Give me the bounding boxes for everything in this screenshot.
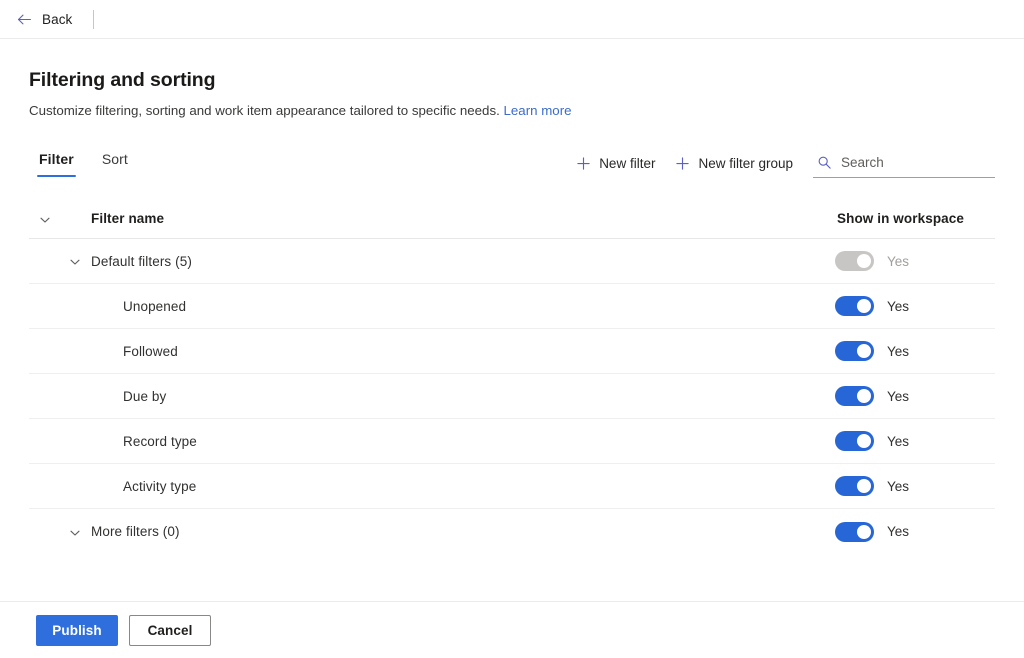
- tab-sort[interactable]: Sort: [100, 147, 130, 177]
- table-row[interactable]: Unopened Yes: [29, 284, 995, 329]
- plus-icon: [576, 156, 591, 171]
- filtering-and-sorting-page: Back Filtering and sorting Customize fil…: [0, 0, 1024, 658]
- table-row[interactable]: More filters (0) Yes: [29, 509, 995, 554]
- expand-all-toggle[interactable]: [29, 213, 61, 225]
- cell-filter-name: Default filters (5): [29, 254, 835, 269]
- table-row[interactable]: Followed Yes: [29, 329, 995, 374]
- tab-list: Filter Sort: [29, 147, 130, 177]
- cell-show-in-workspace: Yes: [835, 521, 995, 542]
- cell-filter-name: Record type: [29, 434, 835, 449]
- filter-name-label: More filters (0): [91, 524, 180, 539]
- toggle-knob: [857, 344, 871, 358]
- cell-filter-name: More filters (0): [29, 524, 835, 539]
- toggle-state-label: Yes: [887, 524, 910, 539]
- show-in-workspace-toggle: [835, 251, 874, 271]
- learn-more-link[interactable]: Learn more: [504, 103, 572, 118]
- page-subtitle-text: Customize filtering, sorting and work it…: [29, 103, 500, 118]
- search-input[interactable]: [841, 155, 991, 170]
- page-subtitle: Customize filtering, sorting and work it…: [29, 101, 995, 120]
- table-row[interactable]: Record type Yes: [29, 419, 995, 464]
- footer-action-bar: Publish Cancel: [0, 601, 1024, 658]
- toolbar-divider: [93, 9, 95, 29]
- filter-name-label: Record type: [123, 433, 197, 449]
- show-in-workspace-toggle[interactable]: [835, 386, 874, 406]
- cell-show-in-workspace: Yes: [835, 476, 995, 496]
- publish-button[interactable]: Publish: [36, 614, 118, 646]
- filter-name-label: Followed: [123, 343, 178, 359]
- show-in-workspace-toggle[interactable]: [835, 521, 874, 542]
- cell-show-in-workspace: Yes: [835, 251, 995, 271]
- column-header-filter-name: Filter name: [91, 211, 165, 226]
- filter-name-label: Activity type: [123, 478, 197, 494]
- table-header-row: Filter name Show in workspace: [29, 199, 995, 239]
- new-filter-group-label: New filter group: [698, 155, 793, 171]
- new-filter-button[interactable]: New filter: [566, 148, 665, 178]
- cell-show-in-workspace: Yes: [835, 386, 995, 406]
- filters-table: Filter name Show in workspace Default fi…: [29, 199, 995, 554]
- back-label: Back: [42, 11, 73, 27]
- filter-name-label: Default filters (5): [91, 253, 192, 269]
- new-filter-group-button[interactable]: New filter group: [665, 148, 803, 178]
- table-row[interactable]: Due by Yes: [29, 374, 995, 419]
- show-in-workspace-toggle[interactable]: [835, 296, 874, 316]
- show-in-workspace-toggle[interactable]: [835, 431, 874, 451]
- chevron-down-icon: [39, 213, 51, 225]
- toggle-knob: [857, 299, 871, 313]
- filter-name-label: Unopened: [123, 298, 187, 314]
- toggle-state-label: Yes: [887, 433, 910, 449]
- top-command-bar: Back: [0, 0, 1024, 39]
- show-in-workspace-toggle[interactable]: [835, 476, 874, 496]
- cancel-button[interactable]: Cancel: [129, 614, 211, 646]
- toggle-knob: [857, 434, 871, 448]
- back-button[interactable]: Back: [12, 4, 76, 34]
- cell-show-in-workspace: Yes: [835, 296, 995, 316]
- cell-filter-name: Followed: [29, 344, 835, 359]
- filter-name-label: Due by: [123, 388, 167, 404]
- show-in-workspace-toggle[interactable]: [835, 341, 874, 361]
- toggle-state-label: Yes: [887, 343, 910, 359]
- table-body: Default filters (5) Yes Unopened Yes Followe…: [29, 239, 995, 554]
- table-row[interactable]: Activity type Yes: [29, 464, 995, 509]
- arrow-left-icon: [16, 11, 33, 28]
- search-icon: [817, 155, 832, 170]
- chevron-down-icon: [69, 526, 81, 538]
- toggle-knob: [857, 479, 871, 493]
- row-expand-toggle[interactable]: [59, 526, 91, 538]
- toggle-state-label: Yes: [887, 253, 910, 269]
- header-cell-show-in-workspace: Show in workspace: [835, 211, 995, 226]
- page-body: Filtering and sorting Customize filterin…: [0, 39, 1024, 601]
- cell-show-in-workspace: Yes: [835, 431, 995, 451]
- column-header-show-in-workspace: Show in workspace: [837, 211, 964, 226]
- new-filter-label: New filter: [599, 155, 656, 171]
- toggle-knob: [857, 389, 871, 403]
- chevron-down-icon: [69, 255, 81, 267]
- cell-filter-name: Due by: [29, 389, 835, 404]
- command-row: Filter Sort New filter New filter group …: [29, 147, 995, 187]
- toggle-state-label: Yes: [887, 388, 910, 404]
- row-expand-toggle[interactable]: [59, 255, 91, 267]
- toggle-state-label: Yes: [887, 478, 910, 494]
- toggle-knob: [857, 254, 871, 268]
- cell-show-in-workspace: Yes: [835, 341, 995, 361]
- command-actions: New filter New filter group: [566, 148, 995, 178]
- search-box[interactable]: [813, 148, 995, 178]
- header-cell-name: Filter name: [29, 211, 835, 226]
- page-title: Filtering and sorting: [29, 69, 216, 91]
- plus-icon: [675, 156, 690, 171]
- cell-filter-name: Activity type: [29, 479, 835, 494]
- toggle-knob: [857, 524, 871, 539]
- tab-filter[interactable]: Filter: [37, 147, 76, 177]
- table-row[interactable]: Default filters (5) Yes: [29, 239, 995, 284]
- toggle-state-label: Yes: [887, 298, 910, 314]
- cell-filter-name: Unopened: [29, 299, 835, 314]
